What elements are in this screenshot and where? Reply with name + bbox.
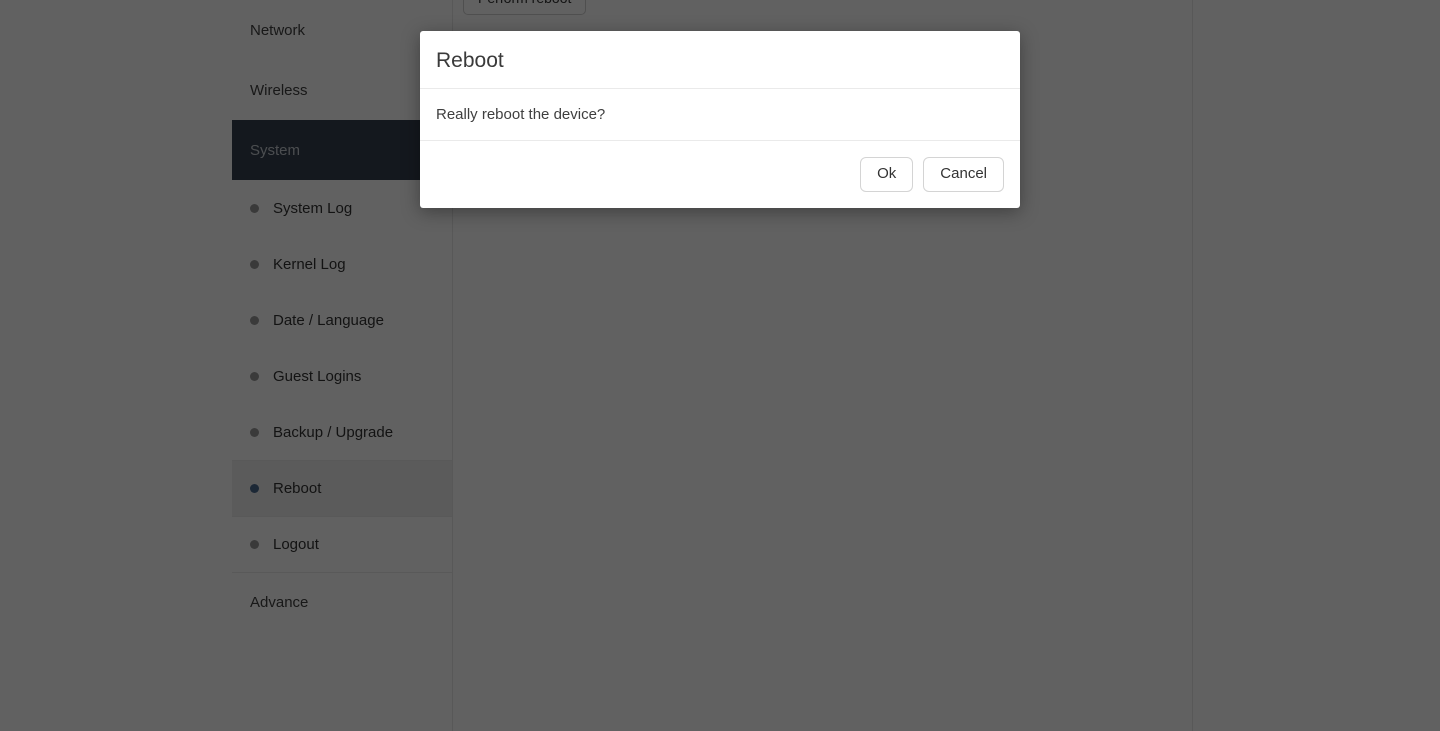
app-root: NetworkWirelessSystemSystem LogKernel Lo… [0,0,1440,731]
modal-body: Really reboot the device? [420,89,1020,142]
modal-footer: Ok Cancel [420,141,1020,208]
modal-ok-button[interactable]: Ok [860,157,914,192]
reboot-confirm-modal: Reboot Really reboot the device? Ok Canc… [420,31,1020,208]
modal-header: Reboot [420,31,1020,90]
modal-cancel-button[interactable]: Cancel [923,157,1004,192]
modal-title: Reboot [436,49,504,72]
modal-message: Really reboot the device? [436,106,606,124]
